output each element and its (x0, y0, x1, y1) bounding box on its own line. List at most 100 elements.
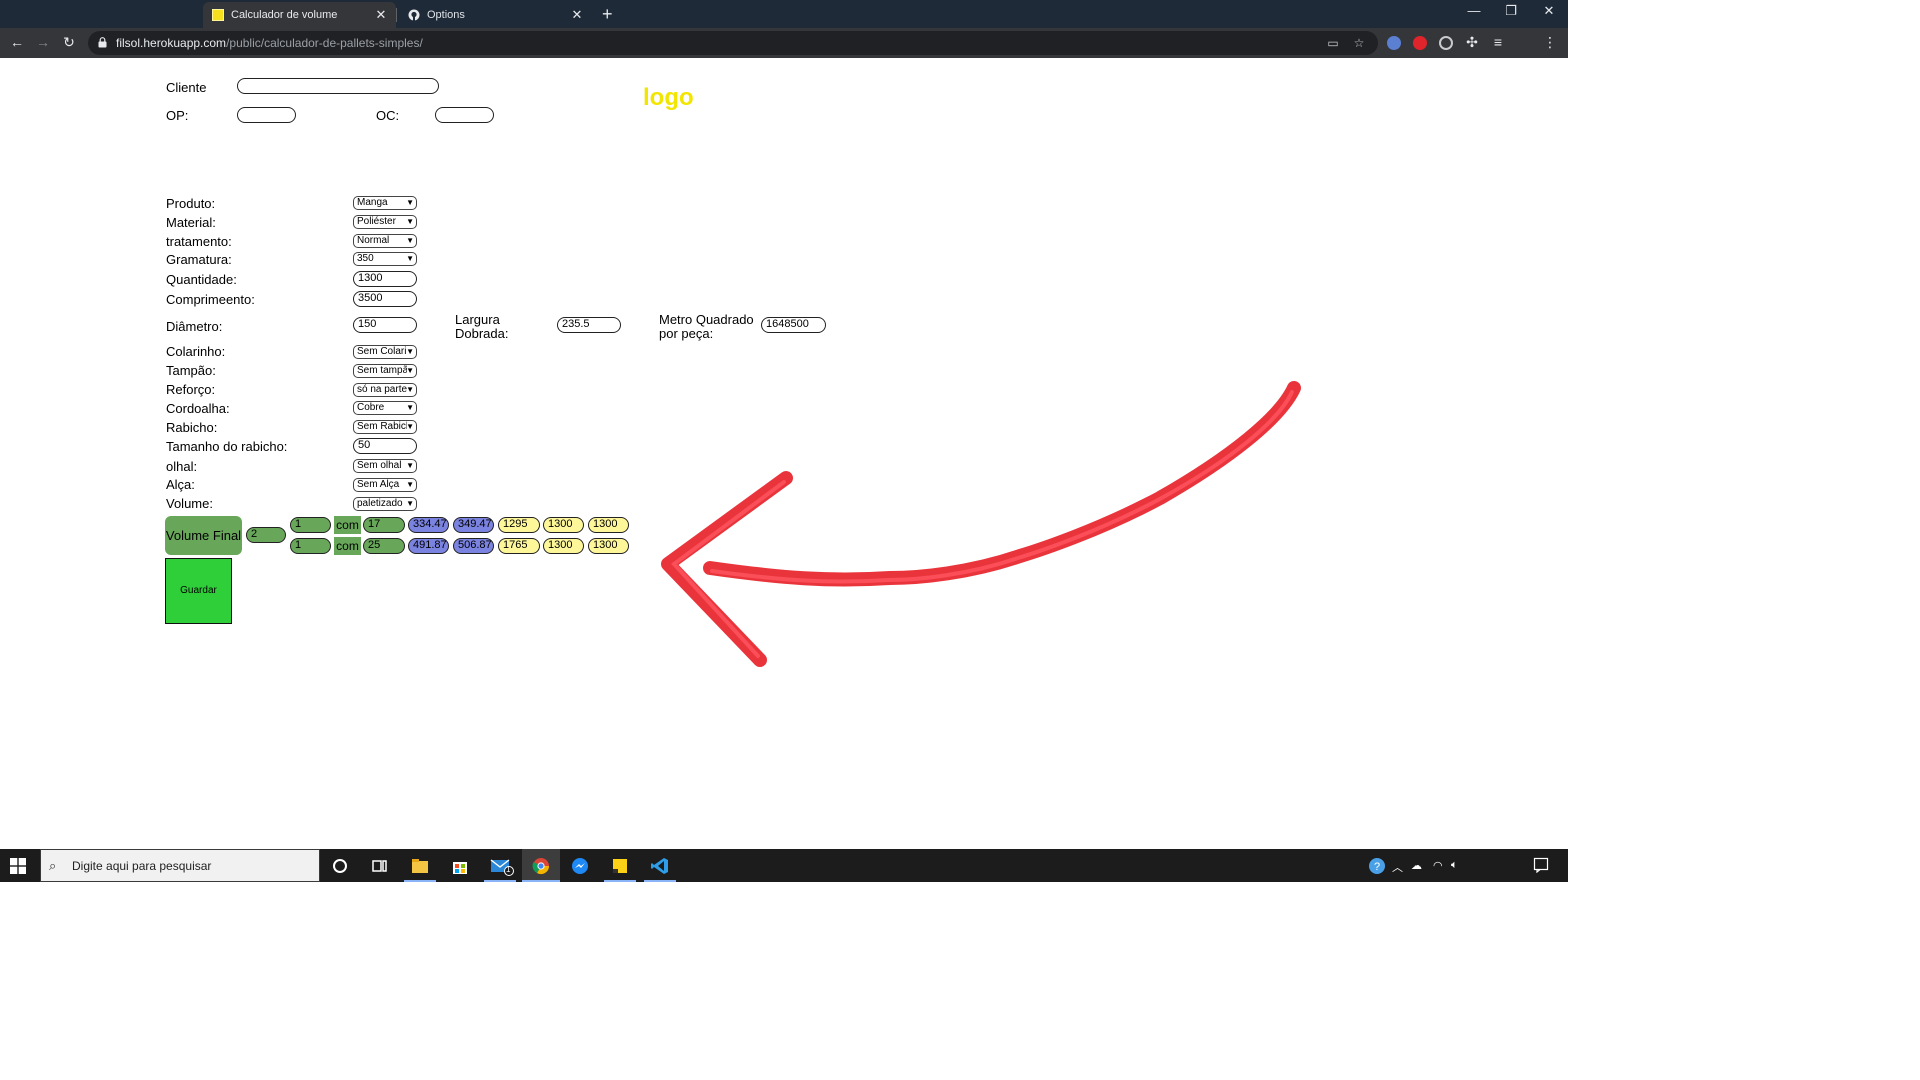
quantidade-input[interactable]: 1300 (353, 271, 417, 287)
chrome-icon[interactable] (531, 856, 551, 876)
olhal-label: olhal: (166, 459, 198, 474)
windows-start-icon[interactable] (10, 858, 26, 874)
close-tab-icon[interactable]: ✕ (374, 7, 388, 23)
rabicho-select[interactable]: Sem Rabicho▼ (353, 420, 417, 434)
restore-icon[interactable]: ❐ (1501, 3, 1521, 19)
back-icon[interactable]: ← (8, 33, 26, 51)
onedrive-icon[interactable]: ☁ (1411, 859, 1422, 872)
op-input[interactable] (237, 107, 296, 123)
cordoalha-select[interactable]: Cobre ▼ (353, 401, 417, 415)
messenger-icon[interactable] (570, 856, 590, 876)
search-placeholder: Digite aqui para pesquisar (72, 859, 212, 873)
largura-label: Largura (455, 312, 500, 327)
reforco-label: Reforço: (166, 382, 216, 397)
row1-qty-field[interactable]: 1 (290, 517, 331, 533)
guardar-button[interactable]: Guardar (165, 558, 232, 624)
diametro-label: Diâmetro: (166, 319, 223, 334)
cliente-label: Cliente (166, 80, 207, 95)
row1-c-field[interactable]: 1295 (498, 517, 540, 533)
minimize-icon[interactable]: — (1464, 3, 1484, 18)
browser-tab-strip: Calculador de volume ✕ Options ✕ + — ❐ ✕ (0, 0, 1568, 28)
tab-title: Calculador de volume (231, 9, 338, 21)
forward-icon[interactable]: → (34, 33, 52, 51)
lock-icon (98, 37, 107, 48)
row2-b-field[interactable]: 506.87 (453, 538, 494, 554)
cast-icon[interactable]: ▭ (1326, 36, 1340, 50)
github-icon (408, 9, 420, 21)
extension-icon[interactable] (1387, 36, 1401, 50)
volume-select[interactable]: paletizado ▼ (353, 497, 417, 511)
metro-quadrado-input[interactable]: 1648500 (761, 317, 826, 333)
colarinho-select[interactable]: Sem Colarinho▼ (353, 345, 417, 359)
extension-circle-icon[interactable] (1439, 36, 1453, 50)
tab-calculador[interactable]: Calculador de volume ✕ (203, 2, 396, 28)
diametro-input[interactable]: 150 (353, 317, 417, 333)
volume-final-button[interactable]: Volume Final (165, 516, 242, 555)
bookmark-star-icon[interactable]: ☆ (1352, 36, 1366, 50)
address-bar[interactable]: filsol.herokuapp.com/public/calculador-d… (88, 31, 1378, 55)
oc-input[interactable] (435, 107, 494, 123)
row1-a-field[interactable]: 334.47 (408, 517, 449, 533)
notifications-icon[interactable] (1533, 857, 1549, 876)
browser-toolbar: ← → ↻ filsol.herokuapp.com/public/calcul… (0, 28, 1568, 58)
puzzle-extensions-icon[interactable]: ✣ (1463, 33, 1481, 51)
wifi-icon[interactable]: ◠ (1433, 859, 1443, 872)
tampao-select[interactable]: Sem tampão▼ (353, 364, 417, 378)
material-select[interactable]: Poliéster ▼ (353, 215, 417, 229)
volume-label: Volume: (166, 496, 213, 511)
page-content: Cliente OP: OC: logo Produto: Manga ▼ Mat… (0, 58, 1568, 849)
help-icon[interactable]: ? (1368, 857, 1386, 878)
mail-badge: 1 (506, 865, 511, 874)
sticky-notes-icon[interactable] (610, 856, 630, 876)
row2-d-field[interactable]: 1300 (543, 538, 584, 554)
volume-count-field[interactable]: 2 (246, 527, 286, 543)
volume-icon[interactable]: 🔈︎ (1451, 859, 1458, 872)
row2-c-field[interactable]: 1765 (498, 538, 540, 554)
row2-e-field[interactable]: 1300 (588, 538, 629, 554)
close-window-icon[interactable]: ✕ (1539, 3, 1559, 19)
row2-a-field[interactable]: 491.87 (408, 538, 449, 554)
task-view-icon[interactable] (369, 856, 389, 876)
gramatura-select[interactable]: 350 ▼ (353, 252, 417, 266)
svg-text:?: ? (1374, 861, 1380, 873)
cliente-input[interactable] (237, 78, 439, 94)
reforco-select[interactable]: só na parte ▼ (353, 383, 417, 397)
gramatura-label: Gramatura: (166, 252, 232, 267)
row1-b-field[interactable]: 349.47 (453, 517, 494, 533)
chevron-down-icon: ▼ (406, 422, 414, 431)
tab-title: Options (427, 9, 465, 21)
store-icon[interactable] (450, 856, 470, 876)
cordoalha-label: Cordoalha: (166, 401, 230, 416)
row1-d-field[interactable]: 1300 (543, 517, 584, 533)
row1-n-field[interactable]: 17 (363, 517, 405, 533)
vscode-icon[interactable] (650, 856, 670, 876)
material-label: Material: (166, 215, 216, 230)
olhal-select[interactable]: Sem olhal ▼ (353, 459, 417, 473)
active-indicator (522, 880, 560, 882)
row2-n-field[interactable]: 25 (363, 538, 405, 554)
chevron-down-icon: ▼ (406, 198, 414, 207)
mail-icon[interactable]: 1 (490, 856, 514, 876)
close-tab-icon[interactable]: ✕ (570, 7, 584, 23)
taskbar-search-box[interactable]: ⌕ Digite aqui para pesquisar (40, 849, 320, 882)
produto-select[interactable]: Manga ▼ (353, 196, 417, 210)
row2-qty-field[interactable]: 1 (290, 538, 331, 554)
largura-dobrada-input[interactable]: 235.5 (557, 317, 621, 333)
colarinho-label: Colarinho: (166, 344, 226, 359)
reload-icon[interactable]: ↻ (60, 33, 78, 51)
new-tab-button[interactable]: + (602, 4, 613, 25)
comprimento-input[interactable]: 3500 (353, 291, 417, 307)
tratamento-select[interactable]: Normal ▼ (353, 234, 417, 248)
adblock-icon[interactable] (1413, 36, 1427, 50)
alca-select[interactable]: Sem Alça ▼ (353, 478, 417, 492)
file-explorer-icon[interactable] (410, 856, 430, 876)
chevron-down-icon: ▼ (406, 499, 414, 508)
tamanho-rabicho-input[interactable]: 50 (353, 438, 417, 454)
tab-options[interactable]: Options ✕ (400, 2, 592, 28)
cortana-icon[interactable] (330, 856, 350, 876)
tamanho-rabicho-label: Tamanho do rabicho: (166, 439, 288, 454)
row1-e-field[interactable]: 1300 (588, 517, 629, 533)
menu-kebab-icon[interactable]: ⋮ (1541, 33, 1559, 51)
chevron-up-icon[interactable]: ︿ (1392, 859, 1403, 875)
reading-list-icon[interactable]: ≡ (1489, 33, 1507, 51)
